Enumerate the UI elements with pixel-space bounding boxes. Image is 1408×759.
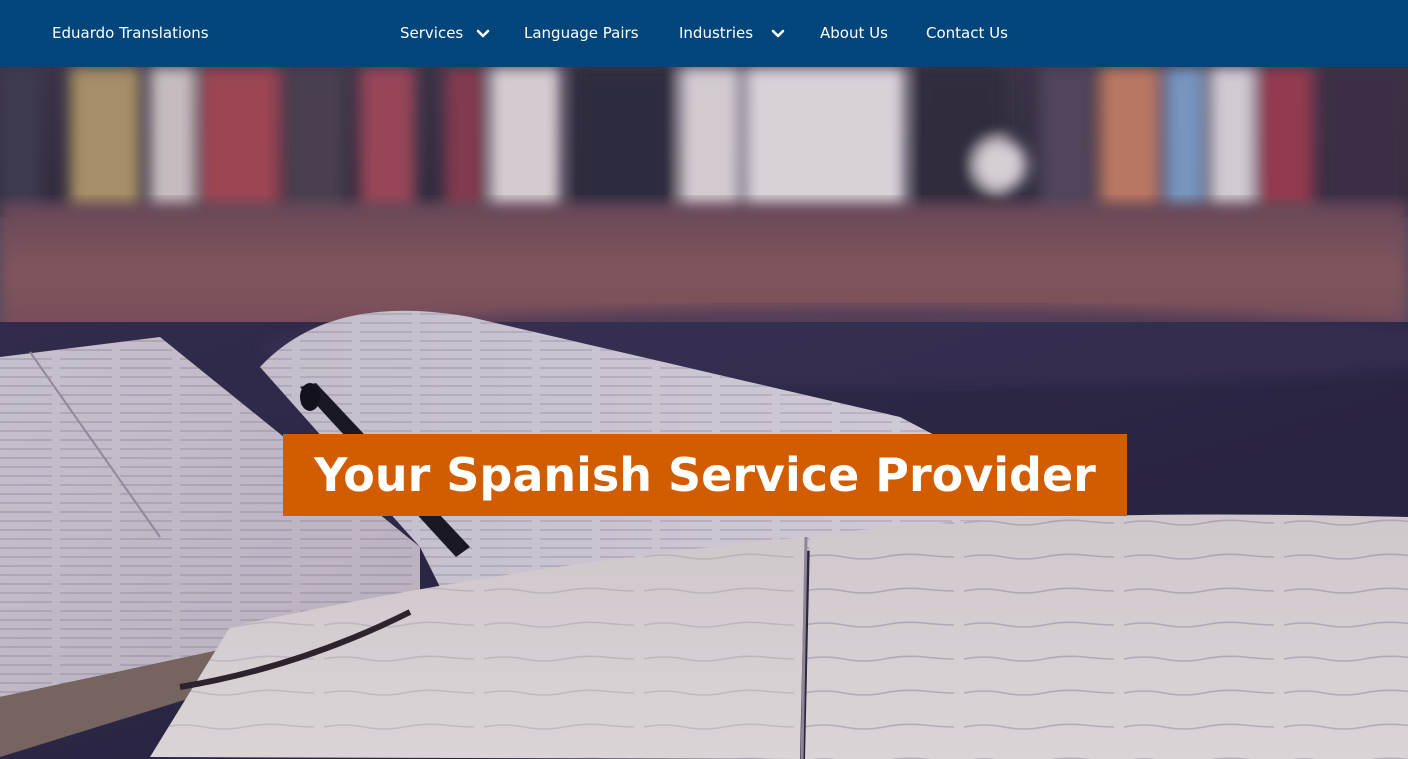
chevron-down-icon [476,29,490,38]
hero-section: Your Spanish Service Provider [0,67,1408,759]
nav-item-about-us[interactable]: About Us [820,23,888,43]
site-brand-link[interactable]: Eduardo Translations [52,23,209,43]
nav-item-label: Industries [679,24,754,42]
nav-item-language-pairs[interactable]: Language Pairs [524,23,639,43]
hero-headline-banner: Your Spanish Service Provider [283,434,1127,516]
nav-item-services[interactable]: Services [400,23,490,43]
nav-item-label: Services [400,24,464,42]
chevron-down-icon [771,29,785,38]
nav-item-label: Language Pairs [524,24,639,42]
nav-item-label: Contact Us [926,24,1008,42]
nav-item-industries[interactable]: Industries [679,23,785,43]
hero-headline: Your Spanish Service Provider [314,448,1096,502]
hero-background-image [0,67,1408,759]
top-navbar: Eduardo Translations Services Language P… [0,0,1408,67]
nav-item-label: About Us [820,24,888,42]
nav-item-contact-us[interactable]: Contact Us [926,23,1008,43]
